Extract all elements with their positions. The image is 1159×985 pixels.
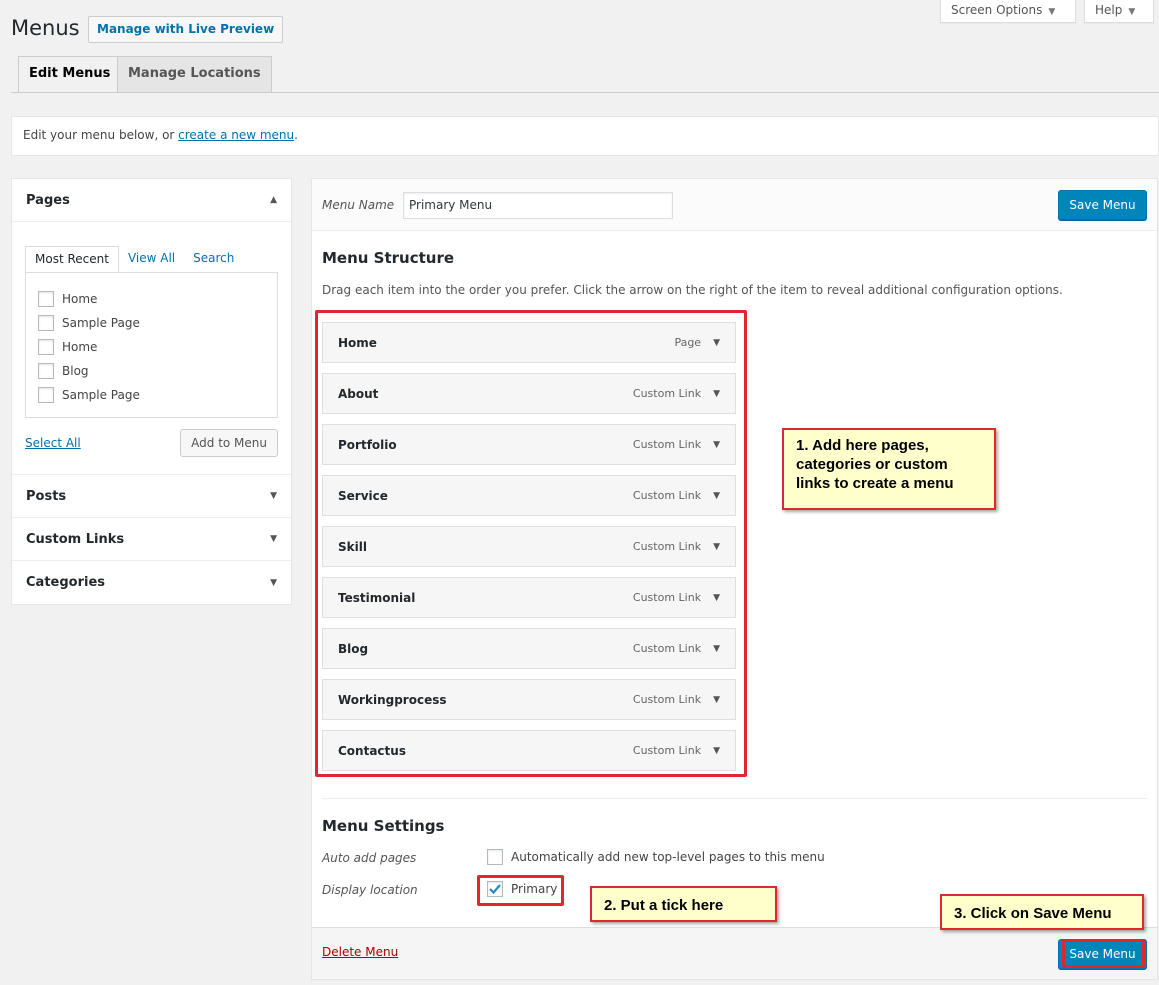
page-checkbox[interactable] [38, 315, 54, 331]
add-menu-items-panel: Pages ▲ Most Recent View All Search Home… [11, 178, 292, 605]
screen-options-label: Screen Options [951, 3, 1043, 17]
accordion-posts-title: Posts [26, 488, 67, 504]
auto-add-option-label: Automatically add new top-level pages to… [511, 850, 825, 864]
notice-text: Edit your menu below, or [23, 128, 179, 142]
annotation-highlight-menu-items [315, 310, 747, 777]
add-to-menu-button[interactable]: Add to Menu [180, 429, 278, 457]
select-all-link[interactable]: Select All [25, 436, 81, 450]
auto-add-label: Auto add pages [322, 851, 417, 865]
page-checkbox[interactable] [38, 291, 54, 307]
page-label: Sample Page [62, 388, 140, 402]
settings-divider [322, 798, 1147, 799]
help-tab[interactable]: Help ▼ [1084, 0, 1154, 23]
caret-down-icon: ▼ [1128, 7, 1136, 17]
pages-body: Most Recent View All Search Home Sample … [12, 222, 291, 475]
accordion-custom-links-header[interactable]: Custom Links ▼ [12, 518, 291, 561]
page-title: Menus [11, 16, 80, 40]
list-item: Blog [38, 359, 265, 383]
page-label: Sample Page [62, 316, 140, 330]
annotation-highlight-save [1062, 939, 1145, 968]
annotation-highlight-primary [477, 875, 564, 906]
auto-add-checkbox[interactable] [487, 849, 503, 865]
pages-tabs: Most Recent View All Search [25, 246, 278, 272]
caret-down-icon: ▼ [1048, 7, 1056, 17]
callout-click-save: 3. Click on Save Menu [940, 894, 1144, 930]
accordion-categories-header[interactable]: Categories ▼ [12, 561, 291, 604]
tabs-divider [11, 92, 1159, 93]
list-item: Home [38, 335, 265, 359]
caret-down-icon: ▼ [270, 491, 277, 501]
callout-put-tick: 2. Put a tick here [590, 886, 777, 922]
page-label: Blog [62, 364, 89, 378]
callout-add-items: 1. Add here pages, categories or custom … [782, 428, 996, 510]
page-checkbox[interactable] [38, 363, 54, 379]
page-checkbox[interactable] [38, 387, 54, 403]
menu-settings-title: Menu Settings [322, 817, 445, 835]
menu-footer: Delete Menu Save Menu [312, 927, 1157, 979]
tab-edit-menus[interactable]: Edit Menus [18, 56, 122, 93]
accordion-categories-title: Categories [26, 575, 106, 590]
list-item: Home [38, 287, 265, 311]
delete-menu-link[interactable]: Delete Menu [322, 945, 398, 959]
accordion-custom-links-title: Custom Links [26, 531, 125, 547]
accordion-pages-title: Pages [26, 192, 70, 208]
accordion-pages-header[interactable]: Pages ▲ [12, 179, 291, 222]
menu-header: Menu Name Primary Menu Save Menu [312, 179, 1157, 231]
tab-most-recent[interactable]: Most Recent [25, 246, 119, 272]
list-item: Sample Page [38, 311, 265, 335]
page-label: Home [62, 292, 98, 306]
tab-search[interactable]: Search [184, 246, 243, 272]
menu-structure-description: Drag each item into the order you prefer… [322, 283, 1063, 297]
menu-structure-title: Menu Structure [322, 249, 455, 267]
create-new-menu-link[interactable]: create a new menu [178, 128, 294, 142]
save-menu-button-top[interactable]: Save Menu [1058, 190, 1147, 220]
accordion-posts-header[interactable]: Posts ▼ [12, 475, 291, 518]
help-label: Help [1095, 3, 1123, 17]
caret-down-icon: ▼ [270, 577, 277, 588]
menu-management-panel: Menu Name Primary Menu Save Menu Menu St… [311, 178, 1158, 980]
manage-live-preview-button[interactable]: Manage with Live Preview [88, 16, 284, 43]
edit-notice: Edit your menu below, or create a new me… [11, 116, 1159, 156]
tab-manage-locations[interactable]: Manage Locations [117, 56, 272, 92]
notice-suffix: . [294, 128, 298, 142]
most-recent-list: Home Sample Page Home Blog Sample Page [25, 272, 278, 418]
page-checkbox[interactable] [38, 339, 54, 355]
caret-up-icon: ▲ [270, 195, 277, 205]
screen-options-tab[interactable]: Screen Options ▼ [940, 0, 1076, 23]
list-item: Sample Page [38, 383, 265, 407]
display-location-label: Display location [322, 883, 418, 897]
auto-add-option: Automatically add new top-level pages to… [487, 849, 825, 865]
tab-view-all[interactable]: View All [119, 246, 184, 272]
menu-name-input[interactable]: Primary Menu [403, 192, 673, 219]
menu-name-label: Menu Name [322, 198, 395, 212]
page-label: Home [62, 340, 98, 354]
caret-down-icon: ▼ [270, 534, 277, 544]
